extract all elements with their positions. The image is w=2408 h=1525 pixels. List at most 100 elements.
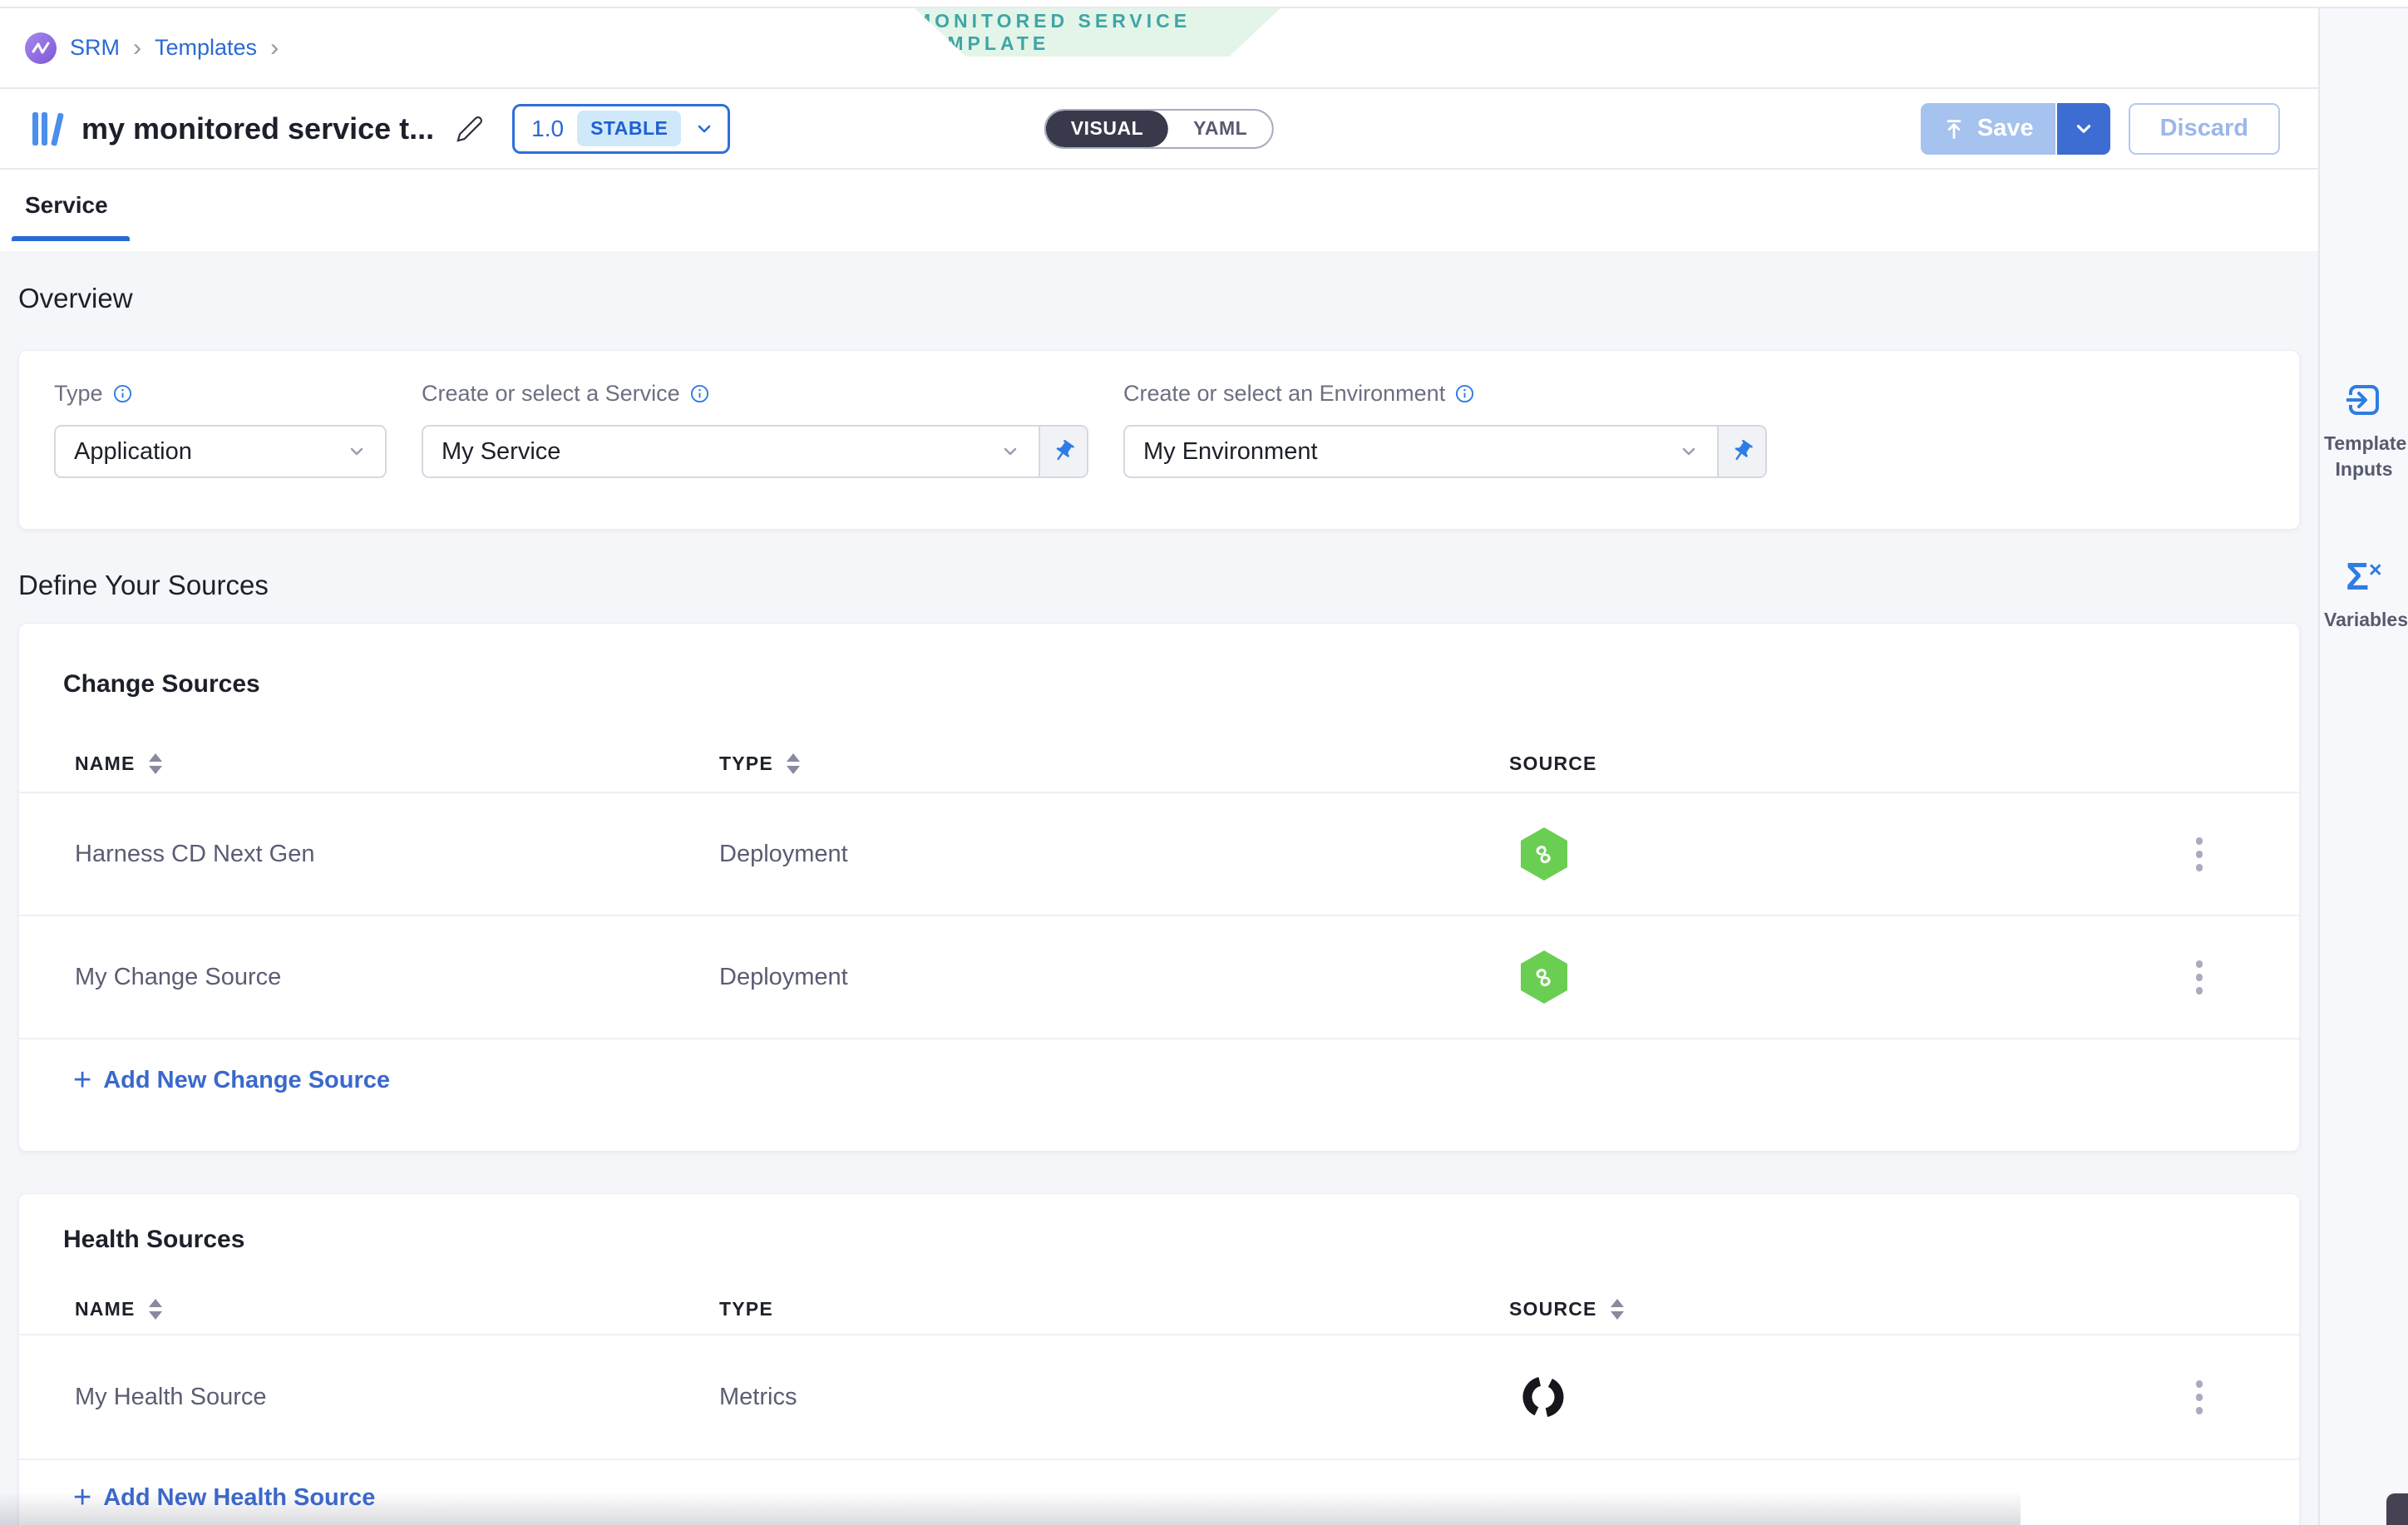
change-sources-heading: Change Sources — [63, 670, 2299, 698]
row-menu-button[interactable] — [2188, 1372, 2211, 1423]
version-dropdown[interactable]: 1.0 STABLE — [512, 104, 730, 154]
define-sources-heading: Define Your Sources — [18, 570, 2300, 601]
variables-icon: Σ× — [2346, 557, 2381, 595]
save-button[interactable]: Save — [1921, 103, 2057, 155]
overview-heading: Overview — [18, 283, 2300, 314]
change-source-type: Deployment — [719, 964, 1509, 991]
template-inputs-button[interactable]: Template Inputs — [2320, 381, 2408, 482]
environment-select-value: My Environment — [1143, 438, 1318, 466]
change-source-row[interactable]: Harness CD Next Gen Deployment ∞ — [19, 793, 2299, 916]
pin-service-button[interactable] — [1039, 427, 1087, 476]
main-area: SRM Templates my monitored service t... — [0, 7, 2318, 1525]
column-name: NAME — [75, 753, 136, 775]
health-source-row[interactable]: My Health Source Metrics — [19, 1335, 2299, 1460]
column-source: SOURCE — [1509, 1298, 1597, 1320]
edit-title-icon[interactable] — [456, 115, 484, 143]
title-group: my monitored service t... — [27, 109, 484, 149]
toggle-yaml[interactable]: YAML — [1168, 111, 1272, 147]
harness-cd-icon: ∞ — [1521, 950, 1567, 1004]
health-source-name: My Health Source — [75, 1384, 719, 1411]
template-inputs-label: Template Inputs — [2324, 431, 2404, 482]
change-source-type: Deployment — [719, 841, 1509, 868]
tab-service[interactable]: Service — [22, 170, 133, 241]
variables-label: Variables — [2324, 607, 2404, 633]
chevron-down-icon — [347, 442, 367, 461]
column-type: TYPE — [719, 753, 773, 775]
service-field-group: Create or select a Service My Service — [422, 381, 1088, 499]
template-type-ribbon: MONITORED SERVICE TEMPLATE — [915, 8, 1280, 57]
discard-button-label: Discard — [2160, 115, 2248, 142]
table-header-row: NAME TYPE SOURCE — [19, 735, 2299, 793]
overview-card: Type Application — [18, 350, 2300, 530]
service-field-label: Create or select a Service — [422, 381, 680, 407]
health-source-type: Metrics — [719, 1384, 1509, 1411]
right-panel: Template Inputs Σ× Variables — [2318, 7, 2408, 1525]
chevron-down-icon — [694, 119, 714, 139]
row-menu-button[interactable] — [2188, 829, 2211, 880]
sort-name-button[interactable] — [149, 1299, 162, 1320]
chevron-down-icon — [1000, 442, 1020, 461]
template-icon — [27, 109, 65, 149]
info-icon[interactable] — [690, 384, 709, 403]
version-status-badge: STABLE — [577, 111, 681, 146]
harness-cd-icon: ∞ — [1521, 827, 1567, 881]
pin-environment-button[interactable] — [1717, 427, 1765, 476]
appdynamics-icon — [1521, 1374, 2149, 1419]
tab-bar: Service — [0, 170, 2318, 241]
type-field-group: Type Application — [54, 381, 387, 499]
breadcrumb-separator — [270, 36, 279, 61]
breadcrumb-templates[interactable]: Templates — [155, 35, 257, 61]
service-content: Overview Type Application — [0, 251, 2318, 1525]
change-sources-table: NAME TYPE SOURCE Harness CD Next Gen Dep… — [19, 735, 2299, 1096]
service-select[interactable]: My Service — [422, 425, 1088, 478]
monitored-service-template-page: MONITORED SERVICE TEMPLATE SRM Templates — [0, 0, 2408, 1525]
variables-button[interactable]: Σ× Variables — [2320, 557, 2408, 633]
save-split-button: Save — [1921, 103, 2110, 155]
environment-field-label: Create or select an Environment — [1123, 381, 1445, 407]
row-menu-button[interactable] — [2188, 952, 2211, 1003]
breadcrumb-separator — [133, 36, 141, 61]
sort-source-button[interactable] — [1611, 1299, 1624, 1320]
change-source-row[interactable]: My Change Source Deployment ∞ — [19, 916, 2299, 1039]
save-button-label: Save — [1977, 115, 2034, 142]
info-icon[interactable] — [1455, 384, 1474, 403]
change-source-name: Harness CD Next Gen — [75, 841, 719, 868]
health-sources-card: Health Sources NAME TYPE SOURCE My Healt… — [18, 1193, 2300, 1525]
health-sources-heading: Health Sources — [63, 1226, 2299, 1254]
change-source-name: My Change Source — [75, 964, 719, 991]
visual-yaml-toggle: VISUAL YAML — [1044, 109, 1274, 149]
add-change-source-button[interactable]: Add New Change Source — [73, 1064, 390, 1096]
type-select[interactable]: Application — [54, 425, 387, 478]
template-inputs-icon — [2345, 381, 2383, 419]
version-number: 1.0 — [531, 116, 564, 142]
column-name: NAME — [75, 1298, 136, 1320]
environment-select[interactable]: My Environment — [1123, 425, 1767, 478]
sort-type-button[interactable] — [787, 753, 800, 774]
bottom-shadow — [0, 1492, 2021, 1525]
save-options-caret[interactable] — [2057, 103, 2110, 155]
discard-button[interactable]: Discard — [2129, 103, 2280, 155]
pin-icon — [1730, 439, 1754, 464]
change-sources-card: Change Sources NAME TYPE SOURCE Harness … — [18, 623, 2300, 1152]
add-change-source-label: Add New Change Source — [103, 1067, 390, 1094]
page-title: my monitored service t... — [81, 111, 434, 146]
toggle-visual[interactable]: VISUAL — [1046, 111, 1168, 147]
header-actions: Save Discard — [1921, 103, 2280, 155]
template-type-label: MONITORED SERVICE TEMPLATE — [915, 10, 1280, 55]
table-header-row: NAME TYPE SOURCE — [19, 1284, 2299, 1335]
srm-module-icon — [25, 32, 57, 64]
column-source: SOURCE — [1509, 753, 1597, 775]
service-select-value: My Service — [442, 438, 560, 466]
info-icon[interactable] — [113, 384, 132, 403]
chevron-down-icon — [1679, 442, 1699, 461]
column-type: TYPE — [719, 1298, 773, 1320]
type-select-value: Application — [74, 438, 192, 466]
pin-icon — [1051, 439, 1076, 464]
upload-icon — [1942, 117, 1966, 141]
health-sources-table: NAME TYPE SOURCE My Health Source Metric… — [19, 1284, 2299, 1513]
sort-name-button[interactable] — [149, 753, 162, 774]
title-bar: my monitored service t... 1.0 STABLE VIS… — [0, 89, 2318, 170]
environment-field-group: Create or select an Environment My Envir… — [1123, 381, 1767, 499]
help-widget-partial[interactable] — [2386, 1493, 2408, 1525]
breadcrumb-srm[interactable]: SRM — [70, 35, 120, 61]
